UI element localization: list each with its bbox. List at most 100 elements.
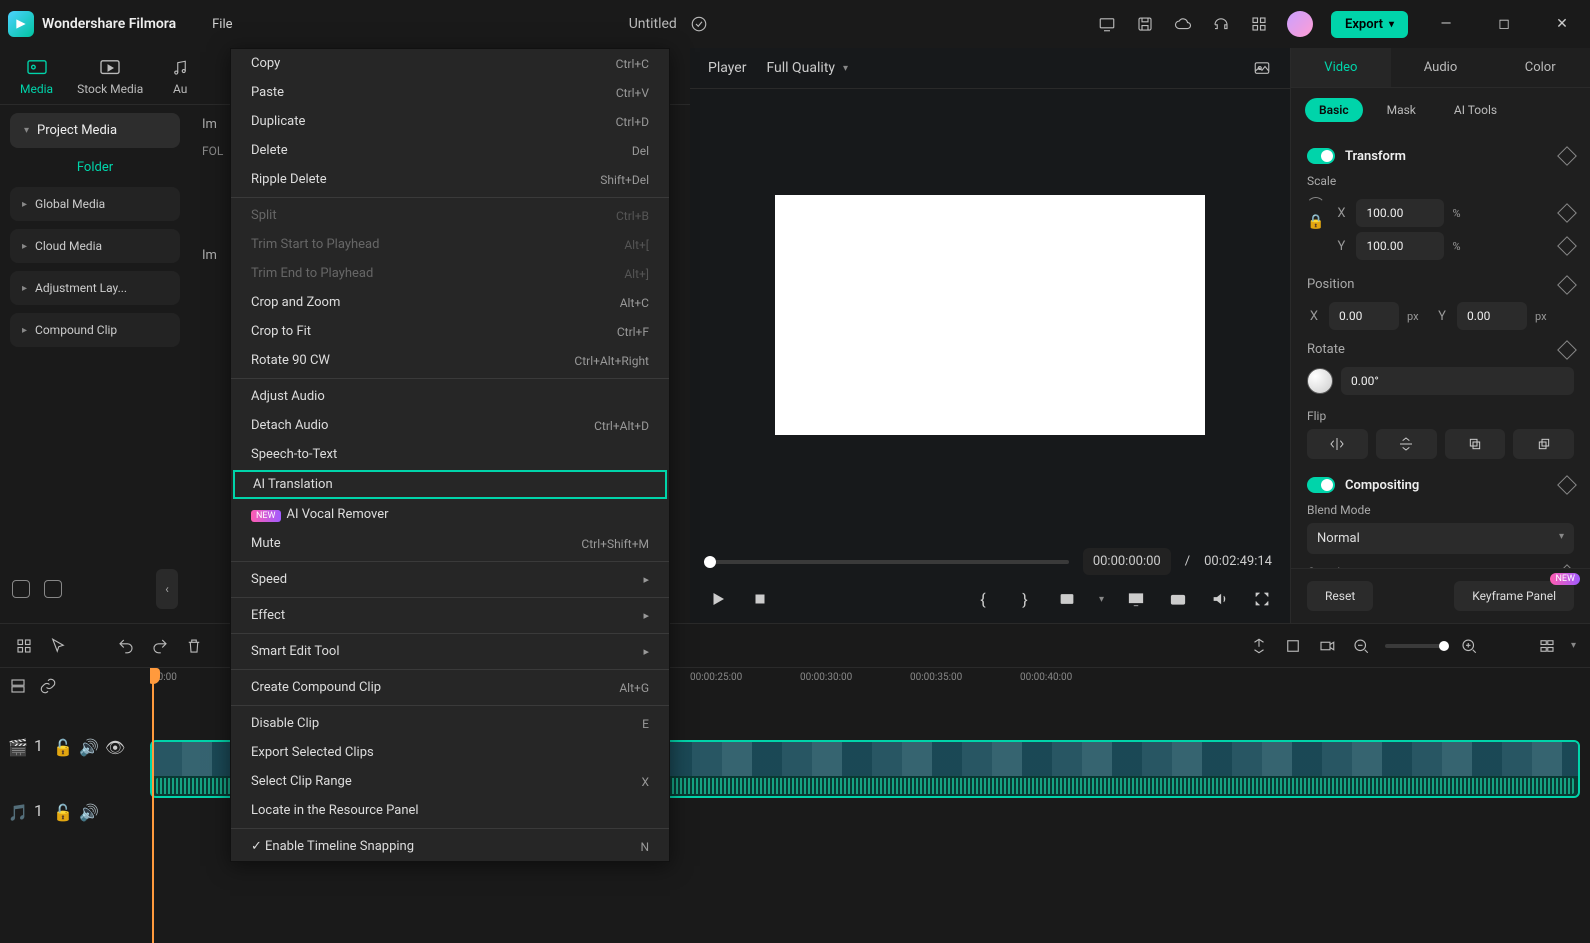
tree-adjustment-layer[interactable]: ▸Adjustment Lay... <box>10 271 180 305</box>
rotate-knob[interactable] <box>1307 368 1333 394</box>
scrub-slider[interactable] <box>708 560 1069 564</box>
ctx-select-clip-range[interactable]: Select Clip RangeX <box>231 767 669 796</box>
ctx-export-selected-clips[interactable]: Export Selected Clips <box>231 738 669 767</box>
tl-layers-icon[interactable] <box>8 676 28 696</box>
flip-horizontal-button[interactable] <box>1307 429 1368 459</box>
project-title[interactable]: Untitled <box>629 16 677 32</box>
ctx-paste[interactable]: PasteCtrl+V <box>231 78 669 107</box>
ctx-speed[interactable]: Speed▸ <box>231 565 669 594</box>
ctx-enable-timeline-snapping[interactable]: ✓Enable Timeline SnappingN <box>231 832 669 861</box>
ctx-locate-in-the-resource-panel[interactable]: Locate in the Resource Panel <box>231 796 669 825</box>
track-lock-icon[interactable]: 🔓 <box>53 738 69 754</box>
aspect-chevron-icon[interactable]: ▾ <box>1099 594 1104 605</box>
tl-undo-icon[interactable] <box>116 636 136 656</box>
ctx-speech-to-text[interactable]: Speech-to-Text <box>231 440 669 469</box>
pos-x-input[interactable] <box>1329 302 1399 330</box>
tab-audio-insp[interactable]: Audio <box>1391 48 1491 87</box>
tree-global-media[interactable]: ▸Global Media <box>10 187 180 221</box>
tl-redo-icon[interactable] <box>150 636 170 656</box>
snapshot-icon[interactable] <box>1252 58 1272 78</box>
ctx-delete[interactable]: DeleteDel <box>231 136 669 165</box>
ctx-disable-clip[interactable]: Disable ClipE <box>231 709 669 738</box>
lock-icon[interactable]: 🔒 <box>1307 214 1324 230</box>
flip-vertical-button[interactable] <box>1376 429 1437 459</box>
window-close[interactable]: ✕ <box>1542 8 1582 40</box>
ctx-copy[interactable]: CopyCtrl+C <box>231 49 669 78</box>
context-menu[interactable]: CopyCtrl+CPasteCtrl+VDuplicateCtrl+DDele… <box>230 48 670 862</box>
rotate-kf-icon[interactable] <box>1557 340 1577 360</box>
position-kf-icon[interactable] <box>1557 275 1577 295</box>
rotate-input[interactable] <box>1341 367 1574 395</box>
ctx-smart-edit-tool[interactable]: Smart Edit Tool▸ <box>231 637 669 666</box>
export-button[interactable]: Export▾ <box>1331 11 1408 38</box>
new-folder-icon[interactable] <box>12 580 30 598</box>
tl-link-icon[interactable] <box>38 676 58 696</box>
window-maximize[interactable]: ◻ <box>1484 8 1524 40</box>
reset-button[interactable]: Reset <box>1307 581 1373 611</box>
device-icon[interactable] <box>1097 14 1117 34</box>
tl-zoom-out-icon[interactable] <box>1351 636 1371 656</box>
ctx-create-compound-clip[interactable]: Create Compound ClipAlt+G <box>231 673 669 702</box>
quality-select[interactable]: Full Quality▾ <box>766 60 848 76</box>
capture-icon[interactable] <box>1168 589 1188 609</box>
tl-marker-icon[interactable] <box>1249 636 1269 656</box>
avatar[interactable] <box>1287 11 1313 37</box>
tab-stock-media[interactable]: Stock Media <box>77 58 143 96</box>
mark-out-icon[interactable]: } <box>1015 589 1035 609</box>
zoom-slider[interactable] <box>1385 644 1445 648</box>
blend-mode-select[interactable]: Normal▾ <box>1307 523 1574 554</box>
compositing-kf-icon[interactable] <box>1557 475 1577 495</box>
subtab-ai-tools[interactable]: AI Tools <box>1440 98 1511 122</box>
tl-zoom-in-icon[interactable] <box>1459 636 1479 656</box>
apps-icon[interactable] <box>1249 14 1269 34</box>
cloud-icon[interactable] <box>1173 14 1193 34</box>
aspect-icon[interactable] <box>1057 589 1077 609</box>
ctx-duplicate[interactable]: DuplicateCtrl+D <box>231 107 669 136</box>
ctx-ai-vocal-remover[interactable]: NEWAI Vocal Remover <box>231 500 669 529</box>
tab-audio[interactable]: Au <box>167 58 193 96</box>
tab-color[interactable]: Color <box>1490 48 1590 87</box>
headset-icon[interactable] <box>1211 14 1231 34</box>
flip-copy2-button[interactable] <box>1513 429 1574 459</box>
tl-view-icon[interactable] <box>1537 636 1557 656</box>
ctx-adjust-audio[interactable]: Adjust Audio <box>231 382 669 411</box>
player-canvas[interactable] <box>775 195 1205 435</box>
compositing-toggle[interactable] <box>1307 477 1335 493</box>
tab-media[interactable]: Media <box>20 58 53 96</box>
folder-label[interactable]: Folder <box>10 160 180 175</box>
menu-file[interactable]: File <box>204 13 240 36</box>
mark-in-icon[interactable]: { <box>973 589 993 609</box>
track-mute-icon[interactable]: 🔊 <box>79 738 95 754</box>
ctx-ripple-delete[interactable]: Ripple DeleteShift+Del <box>231 165 669 194</box>
project-media-select[interactable]: ▾Project Media <box>10 113 180 148</box>
playhead[interactable] <box>152 668 154 943</box>
transform-toggle[interactable] <box>1307 148 1335 164</box>
flip-copy1-button[interactable] <box>1445 429 1506 459</box>
tl-grid-icon[interactable] <box>14 636 34 656</box>
ctx-rotate-90-cw[interactable]: Rotate 90 CWCtrl+Alt+Right <box>231 346 669 375</box>
window-minimize[interactable]: — <box>1426 8 1466 40</box>
stop-button[interactable] <box>750 589 770 609</box>
play-button[interactable] <box>708 589 728 609</box>
atrack-mute-icon[interactable]: 🔊 <box>79 803 95 819</box>
video-track-header[interactable]: 🎬1 🔓 🔊 👁 <box>8 736 142 755</box>
ctx-ai-translation[interactable]: AI Translation <box>233 470 667 499</box>
fullscreen-icon[interactable] <box>1252 589 1272 609</box>
scale-x-kf-icon[interactable] <box>1557 203 1577 223</box>
tab-video[interactable]: Video <box>1291 48 1391 87</box>
atrack-lock-icon[interactable]: 🔓 <box>53 803 69 819</box>
tl-crop-icon[interactable] <box>1283 636 1303 656</box>
ctx-effect[interactable]: Effect▸ <box>231 601 669 630</box>
volume-icon[interactable] <box>1210 589 1230 609</box>
tree-compound-clip[interactable]: ▸Compound Clip <box>10 313 180 347</box>
subtab-basic[interactable]: Basic <box>1305 98 1363 122</box>
tree-cloud-media[interactable]: ▸Cloud Media <box>10 229 180 263</box>
tl-record-icon[interactable] <box>1317 636 1337 656</box>
collapse-sidebar[interactable]: ‹ <box>156 569 178 609</box>
ctx-crop-and-zoom[interactable]: Crop and ZoomAlt+C <box>231 288 669 317</box>
tl-select-icon[interactable] <box>48 636 68 656</box>
scale-x-input[interactable] <box>1356 199 1444 227</box>
save-icon[interactable] <box>1135 14 1155 34</box>
tl-delete-icon[interactable] <box>184 636 204 656</box>
scale-y-kf-icon[interactable] <box>1557 236 1577 256</box>
